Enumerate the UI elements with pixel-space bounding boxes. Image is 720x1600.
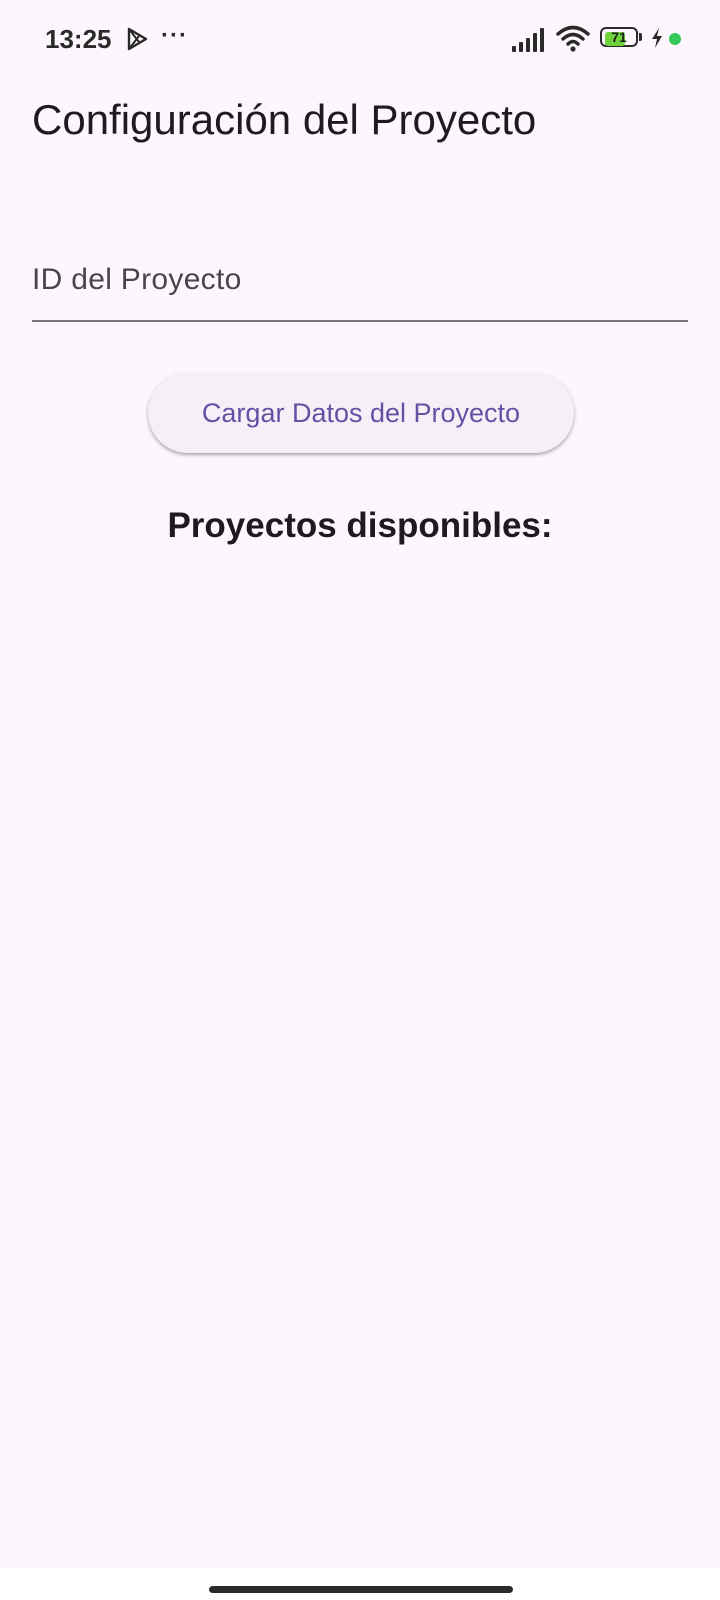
battery-icon: 71	[600, 27, 644, 49]
page-title: Configuración del Proyecto	[32, 96, 537, 143]
project-id-input[interactable]	[32, 230, 688, 322]
wifi-icon	[556, 25, 590, 52]
project-id-field	[32, 230, 688, 324]
signal-icon	[512, 28, 544, 52]
load-project-data-button[interactable]: Cargar Datos del Proyecto	[148, 373, 574, 453]
project-list	[32, 570, 688, 1530]
home-indicator[interactable]	[209, 1586, 513, 1593]
battery-cap	[639, 33, 642, 41]
status-time: 13:25	[45, 24, 112, 54]
status-bar: 13:25 ··· 71	[0, 0, 720, 80]
privacy-dot-indicator	[669, 33, 681, 45]
play-store-icon	[127, 27, 148, 51]
charging-bolt-icon	[652, 28, 662, 48]
navigation-bar	[0, 1568, 720, 1600]
app-screen: 13:25 ··· 71 Configuración del Proyecto …	[0, 0, 720, 1600]
battery-level-text: 71	[611, 29, 627, 45]
available-projects-heading: Proyectos disponibles:	[167, 506, 553, 545]
more-icon: ···	[161, 22, 188, 49]
